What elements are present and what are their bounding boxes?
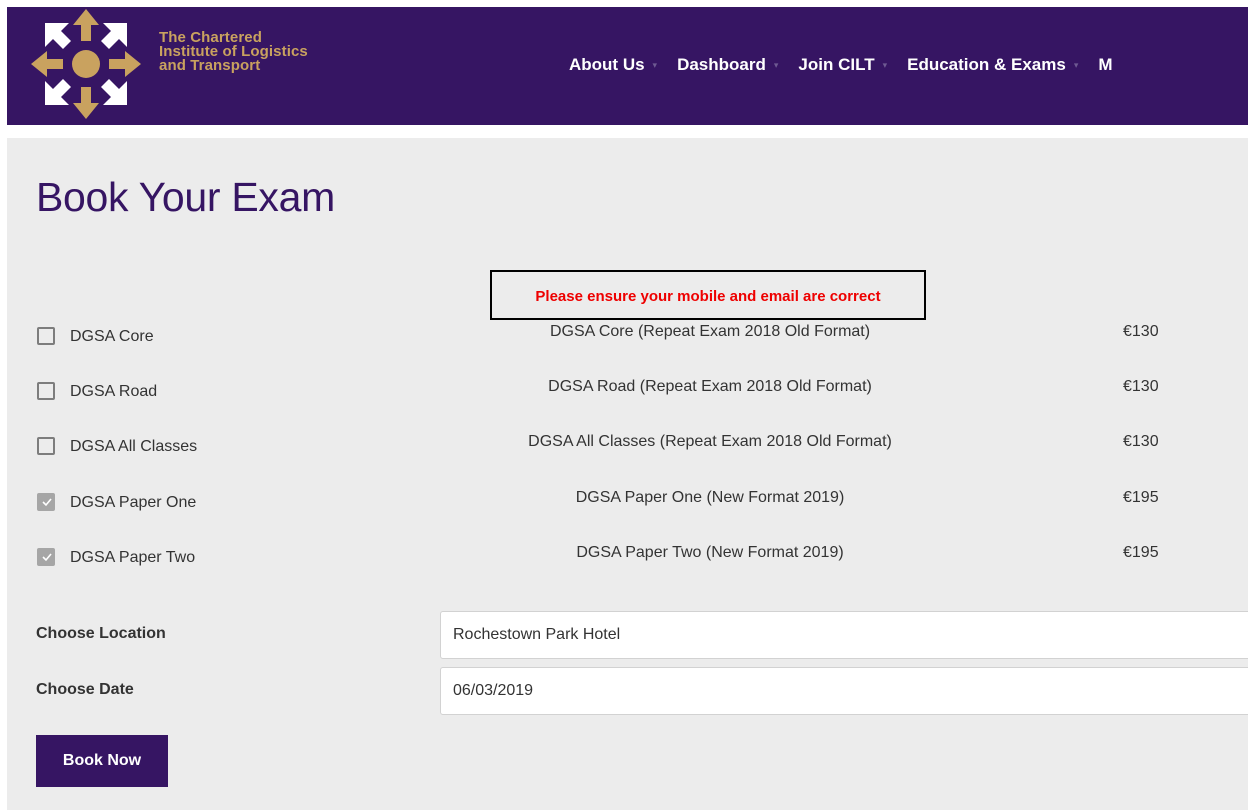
booking-content: Book Your Exam Please ensure your mobile… <box>7 138 1248 810</box>
exam-name: DGSA Road <box>70 383 158 400</box>
exam-name: DGSA All Classes <box>70 438 198 455</box>
exam-name: DGSA Paper One <box>70 494 197 511</box>
exam-row-dgsa-all-classes: DGSA All Classes DGSA All Classes (Repea… <box>7 431 1248 471</box>
caret-down-icon: ▾ <box>773 59 779 70</box>
main-nav: About Us ▾ Dashboard ▾ Join CILT ▾ Educa… <box>569 55 1133 75</box>
exam-checkbox[interactable] <box>37 548 55 566</box>
exam-row-dgsa-paper-two: DGSA Paper Two DGSA Paper Two (New Forma… <box>7 542 1248 582</box>
exam-description: DGSA Road (Repeat Exam 2018 Old Format) <box>548 378 872 395</box>
checkmark-icon <box>42 553 52 562</box>
date-label: Choose Date <box>36 681 134 698</box>
logo-line-3: and Transport <box>159 57 261 74</box>
site-header: The Chartered Institute of Logistics and… <box>7 7 1248 125</box>
nav-item-education-exams[interactable]: Education & Exams ▾ <box>907 55 1078 75</box>
caret-down-icon: ▾ <box>652 59 658 70</box>
exam-name: DGSA Core <box>70 328 154 345</box>
alert-box: Please ensure your mobile and email are … <box>490 270 926 320</box>
cilt-arrows-logo-icon[interactable] <box>31 9 141 119</box>
logo-text[interactable]: The Chartered Institute of Logistics and… <box>159 30 308 74</box>
exam-checkbox[interactable] <box>37 493 55 511</box>
exam-price: €195 <box>1123 544 1159 561</box>
nav-item-label: About Us <box>569 55 645 74</box>
exam-price: €130 <box>1123 433 1159 450</box>
book-now-button[interactable]: Book Now <box>36 735 168 787</box>
exam-row-dgsa-core: DGSA Core DGSA Core (Repeat Exam 2018 Ol… <box>7 321 1248 361</box>
exam-description: DGSA Core (Repeat Exam 2018 Old Format) <box>549 323 871 340</box>
nav-item-label: Dashboard <box>677 55 766 74</box>
exam-checkbox[interactable] <box>37 382 55 400</box>
exam-price: €130 <box>1123 378 1159 395</box>
nav-item-label: Join CILT <box>798 55 875 74</box>
exam-row-dgsa-road: DGSA Road DGSA Road (Repeat Exam 2018 Ol… <box>7 376 1248 416</box>
location-label: Choose Location <box>36 625 166 642</box>
exam-price: €130 <box>1123 323 1159 340</box>
checkmark-icon <box>42 498 52 507</box>
exam-description: DGSA Paper One (New Format 2019) <box>575 489 845 506</box>
exam-checkbox[interactable] <box>37 437 55 455</box>
nav-item-join-cilt[interactable]: Join CILT ▾ <box>798 55 887 75</box>
exam-price: €195 <box>1123 489 1159 506</box>
nav-item-more[interactable]: M <box>1098 55 1112 75</box>
exam-description: DGSA All Classes (Repeat Exam 2018 Old F… <box>528 433 892 450</box>
alert-message: Please ensure your mobile and email are … <box>535 288 881 305</box>
nav-item-about-us[interactable]: About Us ▾ <box>569 55 657 75</box>
page-title: Book Your Exam <box>36 174 335 220</box>
exam-checkbox[interactable] <box>37 327 55 345</box>
nav-item-dashboard[interactable]: Dashboard ▾ <box>677 55 778 75</box>
date-input[interactable]: 06/03/2019 <box>440 667 1248 715</box>
caret-down-icon: ▾ <box>1073 59 1079 70</box>
nav-item-label: Education & Exams <box>907 55 1066 74</box>
exam-row-dgsa-paper-one: DGSA Paper One DGSA Paper One (New Forma… <box>7 487 1248 527</box>
nav-item-label: M <box>1098 55 1113 74</box>
location-select[interactable]: Rochestown Park Hotel <box>440 611 1248 659</box>
exam-description: DGSA Paper Two (New Format 2019) <box>576 544 844 561</box>
caret-down-icon: ▾ <box>882 59 888 70</box>
exam-name: DGSA Paper Two <box>70 549 196 566</box>
